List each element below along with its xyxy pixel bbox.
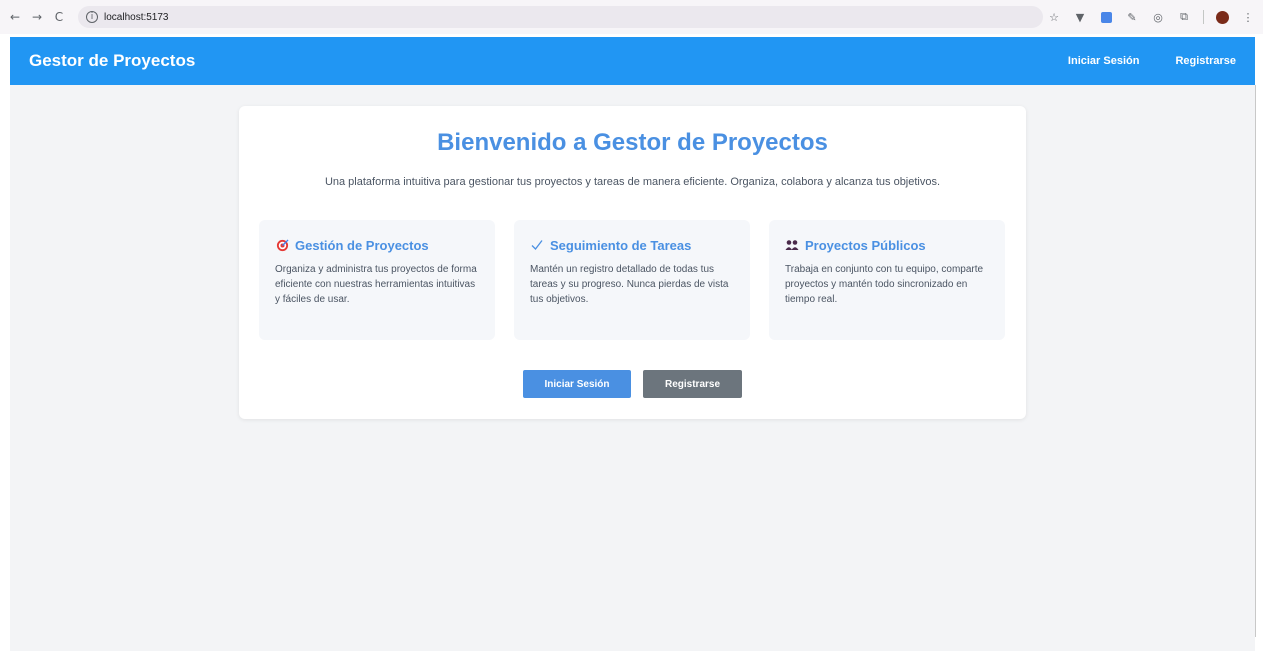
- cta-buttons: Iniciar Sesión Registrarse: [239, 370, 1026, 398]
- feature-title-row: Gestión de Proyectos: [275, 237, 479, 253]
- register-button[interactable]: Registrarse: [643, 370, 742, 398]
- browser-menu-icon[interactable]: ⋮: [1241, 10, 1255, 24]
- brand-title[interactable]: Gestor de Proyectos: [29, 51, 195, 71]
- feature-description: Trabaja en conjunto con tu equipo, compa…: [785, 264, 984, 305]
- main-content: Bienvenido a Gestor de Proyectos Una pla…: [10, 85, 1255, 651]
- feature-title-row: Seguimiento de Tareas: [530, 237, 734, 253]
- bookmark-star-icon[interactable]: ☆: [1047, 10, 1061, 24]
- checkmark-icon: [530, 238, 544, 252]
- nav-login-link[interactable]: Iniciar Sesión: [1068, 55, 1140, 67]
- feature-description: Organiza y administra tus proyectos de f…: [275, 264, 477, 305]
- feature-title: Seguimiento de Tareas: [550, 237, 692, 253]
- reload-icon[interactable]: C: [50, 8, 68, 26]
- target-icon: [275, 238, 289, 252]
- welcome-subtitle: Una plataforma intuitiva para gestionar …: [324, 176, 941, 188]
- address-bar[interactable]: i localhost:5173: [78, 6, 1043, 28]
- people-icon: [785, 238, 799, 252]
- feature-card-public: Proyectos Públicos Trabaja en conjunto c…: [769, 220, 1005, 340]
- forward-arrow-icon[interactable]: →: [28, 8, 46, 26]
- features-grid: Gestión de Proyectos Organiza y administ…: [259, 220, 1005, 340]
- feature-card-projects: Gestión de Proyectos Organiza y administ…: [259, 220, 495, 340]
- profile-avatar-icon[interactable]: [1216, 10, 1229, 24]
- extensions-puzzle-icon[interactable]: ⧉: [1177, 10, 1191, 24]
- extension-filter-icon[interactable]: ▼: [1073, 10, 1087, 24]
- feature-description: Mantén un registro detallado de todas tu…: [530, 264, 729, 305]
- feature-title-row: Proyectos Públicos: [785, 237, 989, 253]
- feature-title: Proyectos Públicos: [805, 237, 926, 253]
- site-info-icon[interactable]: i: [86, 11, 98, 23]
- extension-pen-icon[interactable]: ✎: [1125, 10, 1139, 24]
- browser-toolbar: ← → C i localhost:5173 ☆ ▼ ✎ ◎ ⧉ ⋮: [0, 0, 1263, 34]
- feature-title: Gestión de Proyectos: [295, 237, 429, 253]
- url-text: localhost:5173: [104, 11, 169, 23]
- app-navbar: Gestor de Proyectos Iniciar Sesión Regis…: [10, 37, 1255, 85]
- navbar-links: Iniciar Sesión Registrarse: [1068, 55, 1236, 67]
- extension-square-icon[interactable]: [1099, 10, 1113, 24]
- nav-register-link[interactable]: Registrarse: [1175, 55, 1236, 67]
- toolbar-divider: [1203, 10, 1204, 24]
- window-edge-divider: [1255, 85, 1256, 637]
- browser-nav: ← → C: [6, 8, 68, 26]
- login-button[interactable]: Iniciar Sesión: [523, 370, 631, 398]
- feature-card-tasks: Seguimiento de Tareas Mantén un registro…: [514, 220, 750, 340]
- welcome-card: Bienvenido a Gestor de Proyectos Una pla…: [239, 106, 1026, 419]
- back-arrow-icon[interactable]: ←: [6, 8, 24, 26]
- extension-camera-icon[interactable]: ◎: [1151, 10, 1165, 24]
- browser-extensions: ☆ ▼ ✎ ◎ ⧉ ⋮: [1047, 0, 1255, 34]
- welcome-title: Bienvenido a Gestor de Proyectos: [437, 129, 828, 156]
